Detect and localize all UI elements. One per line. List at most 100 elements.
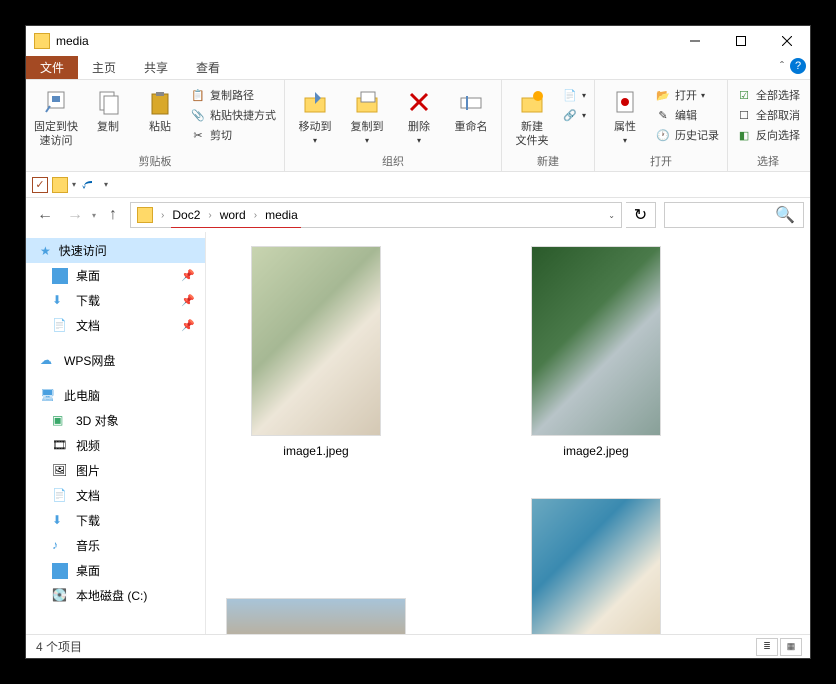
annotation-underline	[171, 227, 301, 228]
download-icon: ⬇	[52, 293, 68, 309]
paste-shortcut-button[interactable]: 📎粘贴快捷方式	[188, 106, 278, 124]
invert-selection-button[interactable]: ◧反向选择	[734, 126, 802, 144]
properties-button[interactable]: 属性▾	[601, 84, 649, 147]
back-button[interactable]: ←	[32, 202, 58, 228]
navigation-pane: ★快速访问 桌面📌 ⬇下载📌 📄文档📌 ☁WPS网盘 🖥此电脑 ▣3D 对象 🎞…	[26, 232, 206, 634]
copy-to-icon	[351, 86, 383, 118]
address-dropdown[interactable]: ⌄	[608, 211, 615, 220]
cut-button[interactable]: ✂剪切	[188, 126, 278, 144]
file-item[interactable]: image2.jpeg	[506, 246, 686, 458]
document-icon: 📄	[52, 318, 68, 334]
file-name: image1.jpeg	[283, 444, 348, 458]
collapse-ribbon-icon[interactable]: ˆ	[780, 59, 784, 73]
file-item[interactable]	[226, 498, 406, 634]
pin-icon: 📌	[181, 269, 195, 282]
quick-access-toolbar: ✓ ▾ ▾	[26, 172, 810, 198]
easy-access-icon: 🔗	[562, 107, 578, 123]
sidebar-item-quick-access[interactable]: ★快速访问	[26, 238, 205, 263]
sidebar-item-videos[interactable]: 🎞视频	[26, 433, 205, 458]
undo-button[interactable]	[80, 177, 100, 193]
maximize-button[interactable]	[718, 26, 764, 56]
window-title: media	[56, 34, 672, 48]
pin-icon: 📌	[181, 294, 195, 307]
help-icon[interactable]: ?	[790, 58, 806, 74]
sidebar-item-this-pc[interactable]: 🖥此电脑	[26, 383, 205, 408]
pin-icon: 📌	[181, 319, 195, 332]
chevron-right-icon[interactable]: ›	[254, 210, 257, 221]
explorer-window: media 文件 主页 共享 查看 ˆ ? 固定到快 速访问 复制	[25, 25, 811, 659]
copy-to-button[interactable]: 复制到▾	[343, 84, 391, 147]
file-name: image2.jpeg	[563, 444, 628, 458]
file-item[interactable]: image1.jpeg	[226, 246, 406, 458]
star-icon: ★	[40, 244, 51, 258]
drive-icon: 💽	[52, 588, 68, 604]
rename-icon	[455, 86, 487, 118]
sidebar-item-local-c[interactable]: 💽本地磁盘 (C:)	[26, 583, 205, 608]
new-folder-button[interactable]: 新建 文件夹	[508, 84, 556, 149]
close-button[interactable]	[764, 26, 810, 56]
minimize-button[interactable]	[672, 26, 718, 56]
select-all-icon: ☑	[736, 87, 752, 103]
history-dropdown[interactable]: ▾	[92, 211, 96, 220]
address-bar[interactable]: › Doc2 › word › media ⌄	[130, 202, 622, 228]
paste-button[interactable]: 粘贴	[136, 84, 184, 134]
copy-icon	[92, 86, 124, 118]
cut-icon: ✂	[190, 127, 206, 143]
view-details-button[interactable]: ≣	[756, 638, 778, 656]
sidebar-item-documents[interactable]: 📄文档📌	[26, 313, 205, 338]
title-bar: media	[26, 26, 810, 56]
qat-check-icon[interactable]: ✓	[32, 177, 48, 193]
pc-icon: 🖥	[40, 388, 56, 404]
sidebar-item-3d[interactable]: ▣3D 对象	[26, 408, 205, 433]
up-button[interactable]: ↑	[100, 202, 126, 228]
rename-button[interactable]: 重命名	[447, 84, 495, 134]
copy-path-button[interactable]: 📋复制路径	[188, 86, 278, 104]
shortcut-icon: 📎	[190, 107, 206, 123]
edit-button[interactable]: ✎编辑	[653, 106, 721, 124]
breadcrumb-seg1[interactable]: Doc2	[172, 208, 200, 222]
file-list[interactable]: image1.jpeg image2.jpeg	[206, 232, 810, 634]
sidebar-item-documents2[interactable]: 📄文档	[26, 483, 205, 508]
breadcrumb-seg3[interactable]: media	[265, 208, 298, 222]
tab-file[interactable]: 文件	[26, 56, 78, 79]
sidebar-item-downloads2[interactable]: ⬇下载	[26, 508, 205, 533]
copy-button[interactable]: 复制	[84, 84, 132, 134]
history-button[interactable]: 🕐历史记录	[653, 126, 721, 144]
open-button[interactable]: 📂打开▾	[653, 86, 721, 104]
tab-share[interactable]: 共享	[130, 56, 182, 79]
chevron-right-icon[interactable]: ›	[208, 210, 211, 221]
sidebar-item-desktop[interactable]: 桌面📌	[26, 263, 205, 288]
pin-to-quick-access-button[interactable]: 固定到快 速访问	[32, 84, 80, 149]
undo-dropdown[interactable]: ▾	[104, 180, 108, 189]
new-folder-icon	[516, 86, 548, 118]
tab-home[interactable]: 主页	[78, 56, 130, 79]
new-item-icon: 📄	[562, 87, 578, 103]
view-thumbnails-button[interactable]: ▦	[780, 638, 802, 656]
sidebar-item-desktop2[interactable]: 桌面	[26, 558, 205, 583]
refresh-button[interactable]: ↻	[626, 202, 656, 228]
sidebar-item-music[interactable]: ♪音乐	[26, 533, 205, 558]
group-new-label: 新建	[508, 151, 588, 169]
thumbnail-image	[226, 598, 406, 634]
qat-folder-icon[interactable]	[52, 177, 68, 193]
easy-access-button[interactable]: 🔗▾	[560, 106, 588, 124]
move-to-button[interactable]: 移动到▾	[291, 84, 339, 147]
sidebar-item-pictures[interactable]: 🖼图片	[26, 458, 205, 483]
delete-button[interactable]: 删除▾	[395, 84, 443, 147]
forward-button[interactable]: →	[62, 202, 88, 228]
search-input[interactable]: 🔍	[664, 202, 804, 228]
thumbnail-image	[251, 246, 381, 436]
file-item[interactable]	[506, 498, 686, 634]
tab-view[interactable]: 查看	[182, 56, 234, 79]
sidebar-item-downloads[interactable]: ⬇下载📌	[26, 288, 205, 313]
chevron-right-icon[interactable]: ›	[161, 210, 164, 221]
select-none-button[interactable]: ☐全部取消	[734, 106, 802, 124]
folder-icon	[34, 33, 50, 49]
sidebar-item-wps[interactable]: ☁WPS网盘	[26, 348, 205, 373]
select-all-button[interactable]: ☑全部选择	[734, 86, 802, 104]
breadcrumb-seg2[interactable]: word	[220, 208, 246, 222]
qat-dropdown[interactable]: ▾	[72, 180, 76, 189]
document-icon: 📄	[52, 488, 68, 504]
copy-path-icon: 📋	[190, 87, 206, 103]
new-item-button[interactable]: 📄▾	[560, 86, 588, 104]
